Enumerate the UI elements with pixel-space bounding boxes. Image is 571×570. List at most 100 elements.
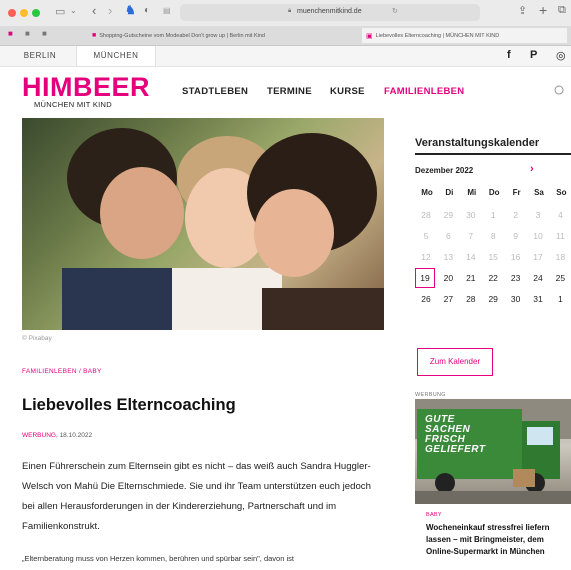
forward-icon[interactable]: › xyxy=(108,3,112,18)
logo-brand: HIMBEER xyxy=(22,72,151,102)
calendar-day: 9 xyxy=(513,231,518,241)
calendar-day[interactable]: 28 xyxy=(460,289,482,309)
article-title: Liebevolles Elterncoaching xyxy=(22,396,236,414)
calendar-day: 5 xyxy=(423,231,429,241)
ad-label: WERBUNG xyxy=(415,392,446,398)
ad-title-link[interactable]: Wocheneinkauf stressfrei liefern lassen … xyxy=(426,522,571,558)
calendar-weekday: Fr xyxy=(512,188,521,197)
calendar-day: 2 xyxy=(513,210,518,220)
article-category-link[interactable]: FAMILIENLEBEN / BABY xyxy=(22,368,102,375)
nav-familienleben[interactable]: FAMILIENLEBEN xyxy=(384,86,464,97)
article-meta: WERBUNG, 18.10.2022 xyxy=(22,432,92,439)
calendar-weekday: Sa xyxy=(534,188,544,197)
minimize-window-button[interactable] xyxy=(20,9,28,17)
ad-category: BABY xyxy=(426,512,442,518)
calendar-day[interactable]: 31 xyxy=(527,289,549,309)
search-icon[interactable]: ○ xyxy=(553,79,565,102)
calendar-day: 16 xyxy=(510,252,521,262)
calendar-weekday: Mo xyxy=(421,188,433,197)
share-icon[interactable]: ⇪ xyxy=(518,4,527,17)
pinterest-icon[interactable]: P xyxy=(530,49,537,61)
calendar-day[interactable]: 20 xyxy=(437,268,459,288)
calendar-day: 1 xyxy=(490,210,496,220)
back-icon[interactable]: ‹ xyxy=(92,3,96,18)
calendar-day: 30 xyxy=(466,210,476,220)
calendar-month: Dezember 2022 xyxy=(415,166,474,175)
calendar-divider xyxy=(415,153,571,155)
favicon-icon: ■ xyxy=(92,32,97,39)
calendar-day: 17 xyxy=(533,252,543,262)
favicon-icon: ▣ xyxy=(366,32,373,40)
calendar-day[interactable]: 27 xyxy=(437,289,459,309)
article-quote: „Elternberatung muss von Herzen kommen, … xyxy=(22,554,294,563)
url-text: muenchenmitkind.de xyxy=(297,8,362,15)
calendar-day: 28 xyxy=(421,210,431,220)
tab-overview-icon[interactable]: ⧉ xyxy=(558,4,566,17)
calendar-day[interactable]: 24 xyxy=(527,268,549,288)
city-muenchen-link[interactable]: MÜNCHEN xyxy=(76,46,156,66)
article-date: , 18.10.2022 xyxy=(55,432,93,439)
ad-image[interactable]: GUTE SACHEN FRISCH GELIEFERT xyxy=(415,399,571,504)
calendar-day-today[interactable]: 19 xyxy=(415,268,435,288)
pinned-tab-icon[interactable]: ■ xyxy=(25,29,30,38)
calendar-day: 29 xyxy=(443,210,454,220)
calendar-next-button[interactable]: › xyxy=(530,163,534,175)
browser-tab-1[interactable]: ■ Shopping-Gutscheine vom Modeabel Don't… xyxy=(92,28,292,43)
calendar-day: 3 xyxy=(535,210,541,220)
shield-icon[interactable]: ◐ xyxy=(144,5,150,16)
chevron-down-icon[interactable]: ⌄ xyxy=(70,6,77,15)
calendar-day: 7 xyxy=(468,231,474,241)
instagram-icon[interactable]: ◎ xyxy=(556,49,566,62)
ad-tag: WERBUNG xyxy=(22,432,56,439)
reload-icon[interactable]: ↻ xyxy=(392,7,398,15)
tab-label: Liebevolles Elterncoaching | MÜNCHEN MIT… xyxy=(375,32,500,39)
calendar-day: 13 xyxy=(443,252,454,262)
city-berlin-link[interactable]: BERLIN xyxy=(10,46,70,66)
tab-label: Shopping-Gutscheine vom Modeabel Don't g… xyxy=(99,32,265,39)
city-switcher: BERLIN MÜNCHEN f P ◎ xyxy=(0,46,571,67)
site-logo[interactable]: HIMBEER MÜNCHEN MIT KIND xyxy=(22,72,151,110)
calendar-day[interactable]: 21 xyxy=(460,268,482,288)
calendar-weekday: So xyxy=(556,188,567,197)
calendar-day[interactable]: 1 xyxy=(549,289,571,309)
facebook-icon[interactable]: f xyxy=(507,49,511,61)
hero-image xyxy=(22,118,384,330)
nav-termine[interactable]: TERMINE xyxy=(267,86,312,97)
calendar-day: 12 xyxy=(421,252,431,262)
calendar-day: 18 xyxy=(555,252,566,262)
calendar-day[interactable]: 29 xyxy=(482,289,504,309)
lock-icon: 🔒︎ xyxy=(288,8,292,14)
calendar-day[interactable]: 30 xyxy=(505,289,527,309)
photo-credit: © Pixabay xyxy=(22,335,52,342)
browser-toolbar: ▭ ⌄ ‹ › ♞ ◐ ▤ 🔒︎ muenchenmitkind.de ↻ ⇪ … xyxy=(0,0,571,27)
pinned-tab-icon[interactable]: ■ xyxy=(8,29,13,38)
calendar-button[interactable]: Zum Kalender xyxy=(417,348,493,376)
calendar-day[interactable]: 26 xyxy=(415,289,437,309)
family-photo xyxy=(62,128,384,330)
reader-icon[interactable]: ▤ xyxy=(163,6,171,15)
calendar-day: 6 xyxy=(446,231,451,241)
calendar-day[interactable]: 23 xyxy=(505,268,527,288)
nav-stadtleben[interactable]: STADTLEBEN xyxy=(182,86,248,97)
new-tab-icon[interactable]: + xyxy=(539,2,547,18)
extension-icon[interactable]: ♞ xyxy=(125,3,136,17)
calendar-day: 10 xyxy=(533,231,543,241)
nav-kurse[interactable]: KURSE xyxy=(330,86,365,97)
ad-truck-text: GUTE SACHEN FRISCH GELIEFERT xyxy=(425,414,486,455)
calendar-weekday: Di xyxy=(445,188,454,197)
tab-bar: ■ ■ ■ ■ Shopping-Gutscheine vom Modeabel… xyxy=(0,26,571,46)
zoom-window-button[interactable] xyxy=(32,9,40,17)
calendar-day: 11 xyxy=(555,231,565,241)
calendar-day[interactable]: 25 xyxy=(549,268,571,288)
pinned-tab-icon[interactable]: ■ xyxy=(42,29,47,38)
calendar-day: 8 xyxy=(490,231,496,241)
address-bar[interactable]: 🔒︎ muenchenmitkind.de ↻ xyxy=(180,4,480,21)
close-window-button[interactable] xyxy=(8,9,16,17)
calendar-day[interactable]: 22 xyxy=(482,268,504,288)
browser-tab-2[interactable]: ▣ Liebevolles Elterncoaching | MÜNCHEN M… xyxy=(362,28,567,43)
calendar-weekday: Mi xyxy=(467,188,477,197)
sidebar-icon[interactable]: ▭ xyxy=(55,5,65,18)
calendar-day: 4 xyxy=(558,210,563,220)
calendar-heading: Veranstaltungskalender xyxy=(415,137,540,149)
calendar-day: 14 xyxy=(466,252,476,262)
